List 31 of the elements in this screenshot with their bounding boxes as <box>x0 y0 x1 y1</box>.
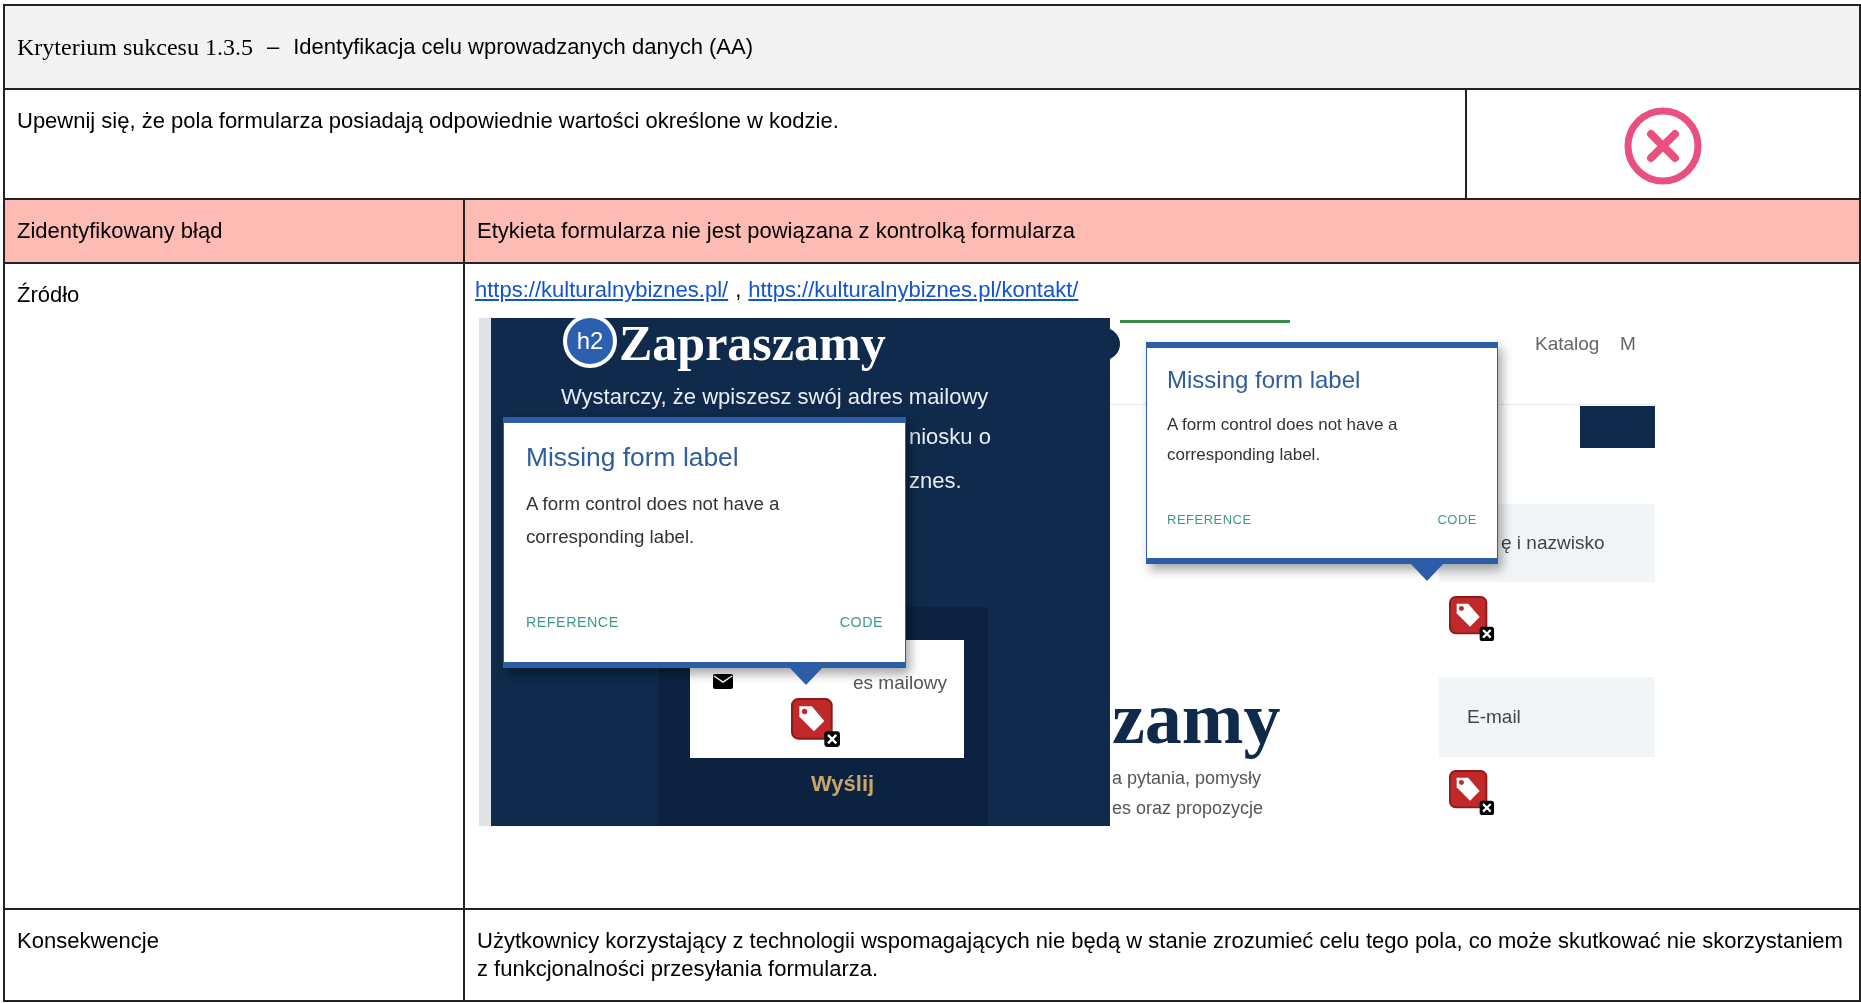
title-dash: – <box>266 33 280 61</box>
popup-message: A form control does not have a corresponding label. <box>526 492 781 550</box>
criterion-description: Upewnij się, że pola formularza posiadają odpowiednie wartości określone w kodzie. <box>17 108 839 133</box>
popup-link[interactable]: REFERENCE <box>1167 506 1252 534</box>
page-text: Wystarczy, że wpiszesz swój adres mailowy <box>561 384 989 411</box>
page-text: a pytania, pomysły <box>1112 768 1262 790</box>
page-text: niosku o <box>909 424 991 451</box>
popup-message: A form control does not have a corresponding label. <box>1167 414 1399 466</box>
row-label: Zidentyfikowany błąd <box>17 218 223 243</box>
popup-link[interactable]: CODE <box>839 607 883 636</box>
page-text: es oraz propozycje <box>1112 798 1264 820</box>
nav-link[interactable]: M <box>1620 330 1636 358</box>
popup-link[interactable]: CODE <box>1437 506 1477 534</box>
popup-title: Missing form label <box>526 442 740 471</box>
consequence-text: Użytkownicy korzystający z technologii wspomagających nie będą w stanie zrozumieć celu tego pola, co może skutkować nie skorzystaniem z funkcjonalności przesyłania formularza. <box>477 928 1843 981</box>
criterion-title: Identyfikacja celu wprowadzanych danych (AA) <box>293 33 753 61</box>
error-description: Etykieta formularza nie jest powiązana z kontrolką formularza <box>477 218 1075 243</box>
criterion-number: Kryterium sukcesu 1.3.5 <box>17 33 253 61</box>
popup-link[interactable]: REFERENCE <box>526 607 619 636</box>
input-placeholder: es mailowy <box>853 672 947 695</box>
heading-level-badge: h2 <box>563 318 617 368</box>
send-button[interactable]: Wyślij <box>811 770 875 798</box>
email-field[interactable]: E-mail <box>1439 677 1655 757</box>
row-label: Źródło <box>17 282 80 307</box>
source-link[interactable]: https://kulturalnybiznes.pl/ <box>475 276 729 304</box>
link-separator: , <box>735 276 742 304</box>
nav-link[interactable]: Katalog <box>1535 330 1600 358</box>
popup-title: Missing form label <box>1167 366 1362 394</box>
row-label: Konsekwencje <box>17 928 159 953</box>
page-text: znes. <box>909 468 962 495</box>
source-link[interactable]: https://kulturalnybiznes.pl/kontakt/ <box>748 276 1079 304</box>
